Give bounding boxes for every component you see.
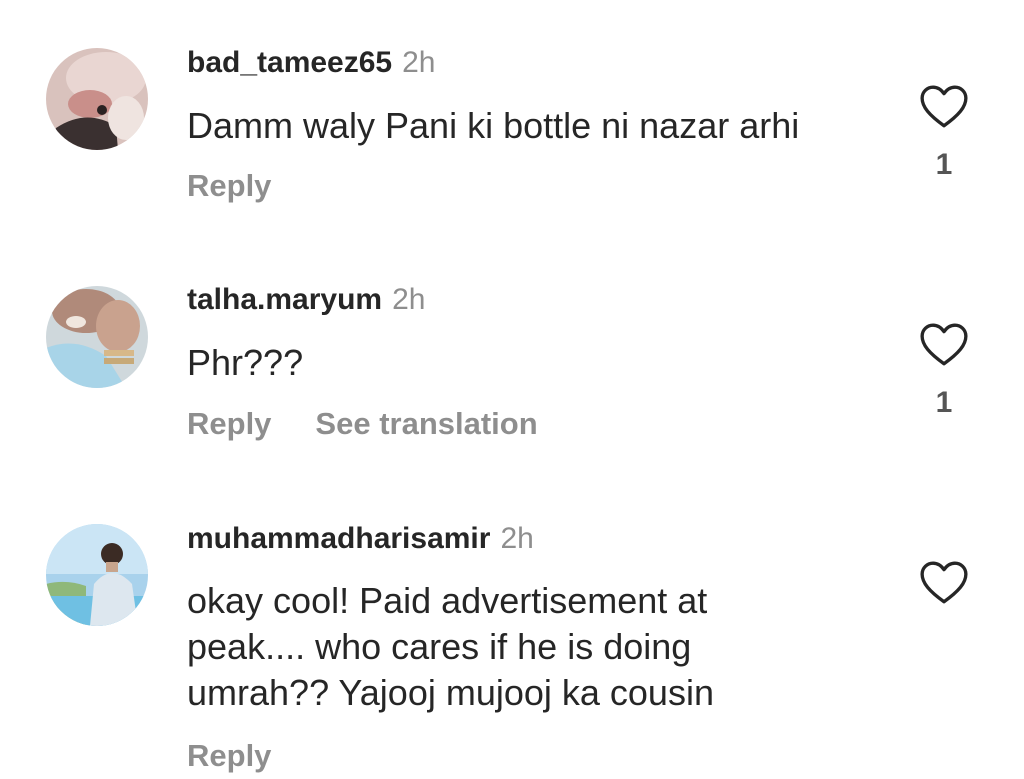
timestamp: 2h xyxy=(392,283,426,316)
like-count: 1 xyxy=(935,148,953,181)
username-link[interactable]: muhammadharisamir xyxy=(187,522,490,555)
comment-actions: Reply xyxy=(187,168,271,204)
avatar[interactable] xyxy=(46,48,148,150)
reply-button[interactable]: Reply xyxy=(187,168,271,203)
comment-text: okay cool! Paid advertisement at peak...… xyxy=(187,580,714,713)
timestamp: 2h xyxy=(402,46,436,79)
avatar-photo-icon xyxy=(46,524,148,626)
heart-icon[interactable] xyxy=(919,84,969,130)
heart-icon[interactable] xyxy=(919,560,969,606)
comment-actions: Reply See translation xyxy=(187,406,538,442)
see-translation-button[interactable]: See translation xyxy=(315,406,537,441)
comment-actions: Reply xyxy=(187,738,271,774)
avatar[interactable] xyxy=(46,286,148,388)
comment-header: talha.maryum 2h xyxy=(187,282,425,318)
avatar[interactable] xyxy=(46,524,148,626)
avatar-photo-icon xyxy=(46,48,148,150)
timestamp: 2h xyxy=(500,522,534,555)
like-control xyxy=(918,560,970,606)
username-link[interactable]: talha.maryum xyxy=(187,283,382,316)
comment-text: Damm waly Pani ki bottle ni nazar arhi xyxy=(187,105,800,146)
heart-icon[interactable] xyxy=(919,322,969,368)
like-control: 1 xyxy=(918,322,970,420)
username-link[interactable]: bad_tameez65 xyxy=(187,46,392,79)
reply-button[interactable]: Reply xyxy=(187,738,271,773)
comment-text: Phr??? xyxy=(187,342,304,383)
comment-header: muhammadharisamir 2h xyxy=(187,521,534,557)
like-control: 1 xyxy=(918,84,970,182)
like-count: 1 xyxy=(935,386,953,419)
reply-button[interactable]: Reply xyxy=(187,406,271,441)
avatar-photo-icon xyxy=(46,286,148,388)
comment-header: bad_tameez65 2h xyxy=(187,45,435,81)
